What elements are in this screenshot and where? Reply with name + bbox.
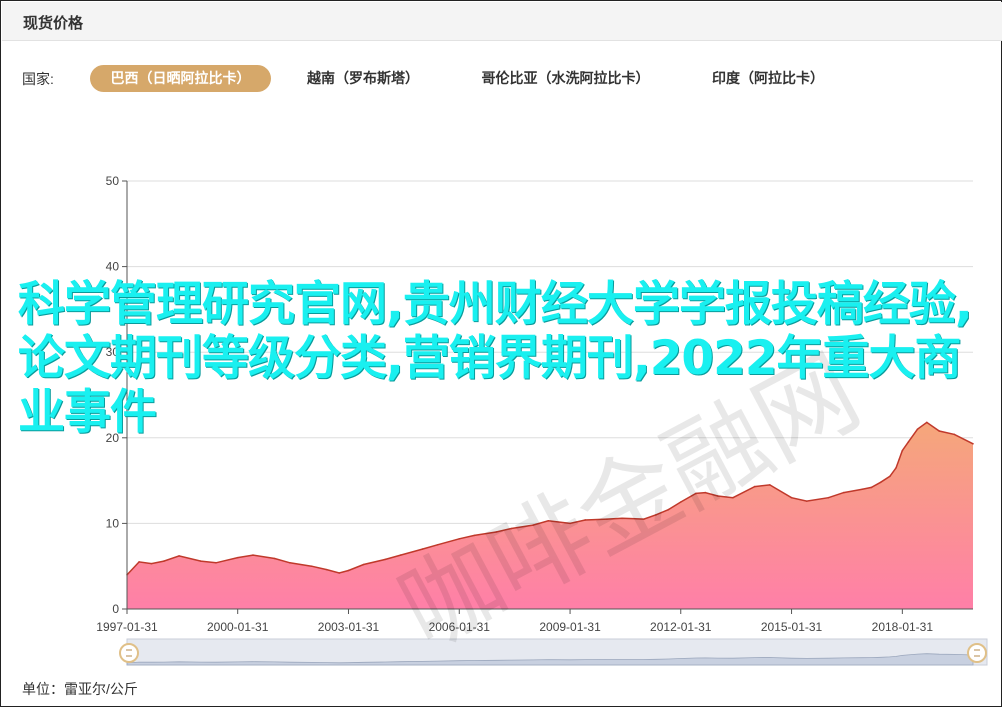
- data-point: [889, 475, 891, 478]
- data-point: [273, 557, 276, 560]
- x-tick-label: 2009-01-31: [539, 620, 601, 634]
- data-point: [384, 558, 387, 561]
- x-tick-label: 1997-01-31: [96, 620, 158, 634]
- x-tick-label: 2012-01-31: [650, 620, 712, 634]
- data-point: [347, 569, 350, 572]
- data-point: [879, 481, 882, 484]
- unit-label: 单位：雷亚尔/公斤: [22, 681, 138, 697]
- data-point: [436, 544, 439, 546]
- y-tick-label: 40: [106, 260, 120, 274]
- data-point: [621, 517, 623, 520]
- series-area: [127, 422, 973, 609]
- data-point: [584, 519, 587, 521]
- data-point: [338, 572, 340, 574]
- data-point: [547, 520, 550, 522]
- data-point: [532, 524, 534, 526]
- data-point: [790, 496, 793, 499]
- data-point: [178, 555, 180, 557]
- data-point: [569, 522, 571, 525]
- data-point: [325, 568, 328, 571]
- data-point: [199, 560, 202, 562]
- data-point: [655, 514, 657, 516]
- data-point: [362, 563, 365, 566]
- data-point: [236, 556, 239, 559]
- data-point: [805, 500, 808, 502]
- y-tick-label: 50: [106, 174, 120, 188]
- range-slider-left-handle[interactable]: [119, 643, 139, 663]
- data-point: [861, 488, 864, 490]
- x-tick-label: 2003-01-31: [318, 620, 380, 634]
- data-point: [215, 561, 217, 564]
- data-point: [138, 561, 140, 563]
- x-tick-label: 2015-01-31: [761, 620, 823, 634]
- data-point: [510, 527, 513, 530]
- y-tick-label: 10: [106, 516, 120, 530]
- overlay-banner-text: 科学管理研究官网,贵州财经大学学报投稿经验,论文期刊等级分类,营销界期刊,202…: [18, 277, 973, 440]
- data-point: [667, 508, 670, 511]
- data-point: [252, 554, 254, 556]
- range-slider-left-handle-knob: [119, 643, 139, 663]
- x-tick-label: 2000-01-31: [207, 620, 269, 634]
- data-point: [458, 538, 461, 540]
- data-point: [163, 560, 165, 562]
- data-point: [972, 442, 974, 445]
- data-point: [901, 449, 904, 452]
- data-point: [827, 496, 830, 499]
- data-point: [643, 518, 645, 520]
- data-point: [150, 562, 153, 565]
- data-point: [399, 554, 402, 556]
- x-tick-label: 2006-01-31: [429, 620, 491, 634]
- data-point: [606, 518, 608, 520]
- data-point: [753, 485, 756, 488]
- data-point: [310, 565, 313, 567]
- data-point: [695, 492, 697, 495]
- range-slider-right-handle[interactable]: [967, 643, 987, 663]
- y-tick-label: 0: [112, 602, 119, 616]
- data-point: [421, 548, 424, 550]
- data-point: [495, 531, 497, 533]
- range-slider-right-handle-knob: [967, 643, 987, 663]
- data-point: [679, 501, 682, 503]
- data-point: [732, 496, 734, 499]
- data-point: [907, 441, 910, 443]
- data-point: [704, 491, 707, 494]
- data-point: [473, 534, 476, 537]
- x-tick-label: 2018-01-31: [872, 620, 934, 634]
- data-point: [898, 458, 901, 461]
- data-point: [716, 495, 719, 497]
- data-point: [769, 484, 771, 486]
- data-point: [895, 466, 897, 469]
- data-point: [870, 486, 873, 489]
- data-point: [842, 491, 845, 494]
- data-point: [289, 561, 291, 564]
